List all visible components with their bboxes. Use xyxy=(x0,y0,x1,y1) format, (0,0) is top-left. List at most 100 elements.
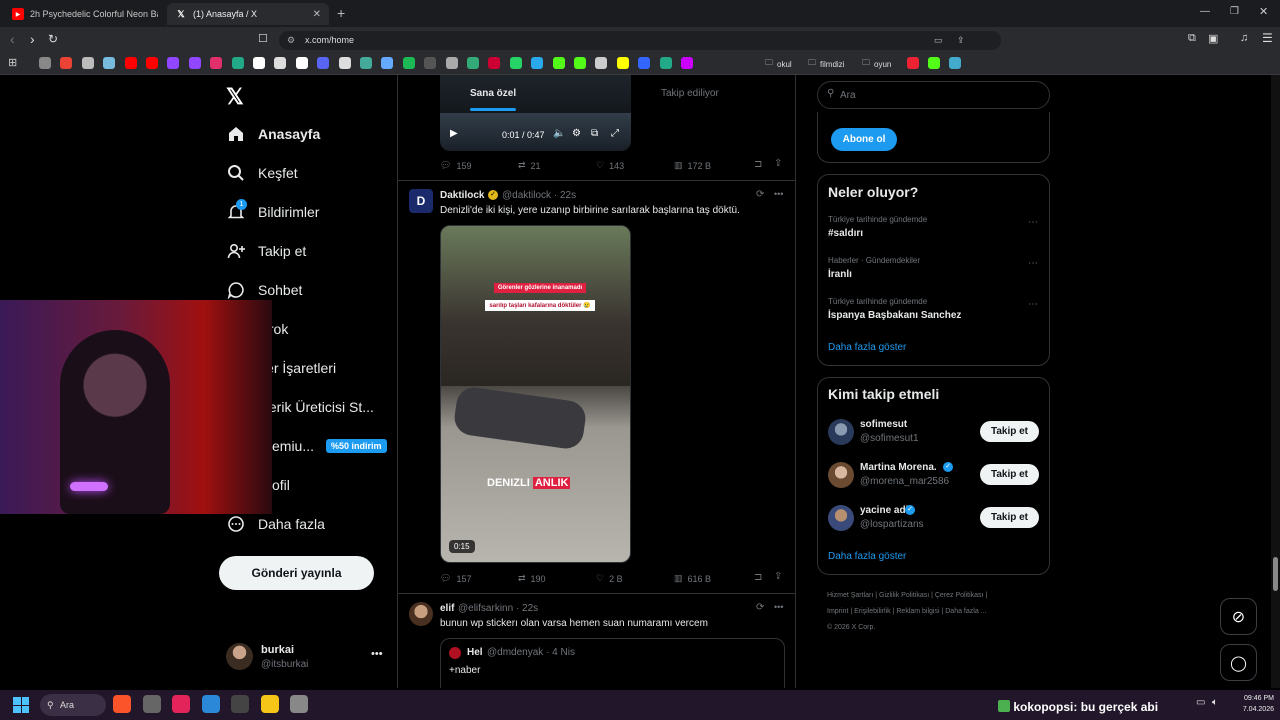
post-button[interactable]: Gönderi yayınla xyxy=(219,556,374,590)
bookmark-favicon-icon[interactable] xyxy=(638,57,651,69)
more-dots-icon[interactable]: ⋯ xyxy=(1028,217,1038,228)
bookmark-favicon-icon[interactable] xyxy=(595,57,608,69)
bookmark-favicon-icon[interactable] xyxy=(167,57,180,69)
show-more-link[interactable]: Daha fazla göster xyxy=(828,551,906,562)
bookmark-favicon-icon[interactable] xyxy=(231,57,244,69)
bookmark-favicon-icon[interactable] xyxy=(103,57,116,69)
bookmark-folder-oyun[interactable]: 🗀 oyun xyxy=(862,57,891,71)
tab-for-you[interactable]: Sana özel xyxy=(470,88,516,111)
sidebar-item-notifications[interactable]: 1 Bildirimler xyxy=(226,199,319,222)
bookmark-favicon-icon[interactable] xyxy=(928,57,940,69)
fullscreen-icon[interactable]: ⤢ xyxy=(611,128,619,139)
taskbar-app-icon[interactable] xyxy=(201,695,220,713)
follow-button[interactable]: Takip et xyxy=(980,464,1039,485)
back-icon[interactable]: ‹ xyxy=(10,31,15,47)
bookmark-favicon-icon[interactable] xyxy=(253,57,265,69)
close-window-icon[interactable]: ✕ xyxy=(1259,5,1268,18)
follow-suggestion[interactable]: Martina Morena. ✓ @morena_mar2586 Takip … xyxy=(828,461,1043,491)
cast-icon[interactable]: ▭ xyxy=(934,31,943,50)
bookmark-favicon-icon[interactable] xyxy=(402,57,415,69)
bookmark-favicon-icon[interactable] xyxy=(509,57,522,69)
follow-suggestion[interactable]: yacine adli ✓ @lospartizans Takip et xyxy=(828,504,1043,534)
bookmark-favicon-icon[interactable] xyxy=(552,57,565,69)
account-switcher[interactable]: burkai @itsburkai ••• xyxy=(226,643,386,673)
x-logo-icon[interactable]: 𝕏 xyxy=(226,84,244,110)
bookmark-favicon-icon[interactable] xyxy=(360,57,372,69)
settings-icon[interactable]: ⚙ xyxy=(572,128,581,139)
show-more-link[interactable]: Daha fazla göster xyxy=(828,342,906,353)
bookmark-favicon-icon[interactable] xyxy=(424,57,437,69)
author-handle[interactable]: @daktilock · 22s xyxy=(502,190,576,201)
bookmark-favicon-icon[interactable] xyxy=(317,57,330,69)
subscribe-button[interactable]: Abone ol xyxy=(831,128,897,151)
bookmark-favicon-icon[interactable] xyxy=(81,57,94,69)
bookmark-favicon-icon[interactable] xyxy=(39,57,51,69)
search-input[interactable]: ⚲ Ara xyxy=(817,81,1050,109)
taskbar-search[interactable]: ⚲ Ara xyxy=(40,694,106,716)
repost-count[interactable]: ⇄ 190 xyxy=(518,573,546,584)
taskbar-app-icon[interactable] xyxy=(172,695,190,713)
author-name[interactable]: elif xyxy=(440,603,454,614)
trend-item[interactable]: Haberler · Gündemdekiler İranlı xyxy=(828,256,1043,280)
tab-youtube[interactable]: ▶ 2h Psychedelic Colorful Neon Backgr xyxy=(4,3,164,25)
bookmark-page-icon[interactable]: ☐ xyxy=(258,32,268,45)
sidebar-item-home[interactable]: Anasayfa xyxy=(226,124,320,144)
bookmark-favicon-icon[interactable] xyxy=(574,57,586,69)
close-tab-icon[interactable]: ✕ xyxy=(313,9,321,20)
share-icon[interactable]: ⇪ xyxy=(957,31,965,50)
views-count[interactable]: ▥ 172 B xyxy=(674,160,711,171)
bookmark-favicon-icon[interactable] xyxy=(616,57,629,69)
minimize-icon[interactable]: — xyxy=(1200,6,1210,17)
tweet-daktilock[interactable]: D Daktilock ✓ @daktilock · 22s ⟳ ••• Den… xyxy=(398,181,795,593)
play-icon[interactable]: ▶ xyxy=(450,128,458,139)
more-dots-icon[interactable]: ⋯ xyxy=(1028,299,1038,310)
volume-icon[interactable]: 🔈 xyxy=(553,128,565,139)
taskbar-app-icon[interactable] xyxy=(113,695,131,713)
bookmark-folder-filmdizi[interactable]: 🗀 filmdizi xyxy=(808,57,844,71)
music-icon[interactable]: ♫ xyxy=(1240,32,1248,44)
scrollbar-thumb[interactable] xyxy=(1273,557,1278,591)
taskbar-app-icon[interactable] xyxy=(231,695,249,713)
more-dots-icon[interactable]: ••• xyxy=(371,648,383,660)
bookmark-favicon-icon[interactable] xyxy=(60,57,73,69)
url-field[interactable]: ⚙ x.com/home ▭ ⇪ xyxy=(279,31,1001,50)
bookmark-favicon-icon[interactable] xyxy=(295,57,308,69)
bookmark-favicon-icon[interactable] xyxy=(188,57,201,69)
bookmark-icon[interactable]: ⊐ xyxy=(754,159,762,170)
taskbar-app-icon[interactable] xyxy=(260,695,279,713)
new-tab-button[interactable]: + xyxy=(337,5,345,21)
more-dots-icon[interactable]: ••• xyxy=(774,189,783,199)
footer-links[interactable]: Hizmet Şartları | Gizlilik Politikası | … xyxy=(827,588,1047,636)
messages-fab-button[interactable]: ◯ xyxy=(1220,644,1257,681)
wallet-icon[interactable]: ▣ xyxy=(1208,32,1218,45)
bookmark-favicon-icon[interactable] xyxy=(467,57,479,69)
pip-icon[interactable]: ⧉ xyxy=(591,128,598,139)
follow-button[interactable]: Takip et xyxy=(980,507,1039,528)
share-icon[interactable]: ⇪ xyxy=(774,571,782,582)
bookmark-favicon-icon[interactable] xyxy=(146,57,158,69)
bookmark-icon[interactable]: ⊐ xyxy=(754,572,762,583)
reply-count[interactable]: 💬︎ 157 xyxy=(440,573,471,584)
reply-count[interactable]: 💬︎ 159 xyxy=(440,160,471,171)
tweet-video[interactable]: Görenler gözlerine inanamadı sarılıp taş… xyxy=(440,225,631,563)
grok-icon[interactable]: ⟳ xyxy=(756,189,764,200)
bookmark-favicon-icon[interactable] xyxy=(907,57,919,69)
bookmark-favicon-icon[interactable] xyxy=(659,57,672,69)
trend-item[interactable]: Türkiye tarihinde gündemde İspanya Başba… xyxy=(828,297,1043,321)
taskbar-app-icon[interactable] xyxy=(142,695,161,713)
bookmark-favicon-icon[interactable] xyxy=(681,57,693,69)
grok-icon[interactable]: ⟳ xyxy=(756,602,764,613)
like-count[interactable]: ♡ 143 xyxy=(596,160,624,171)
sidebar-item-more[interactable]: Daha fazla xyxy=(226,514,325,534)
windows-start-icon[interactable] xyxy=(13,697,29,713)
bookmark-favicon-icon[interactable] xyxy=(338,57,351,69)
share-icon[interactable]: ⇪ xyxy=(774,158,782,169)
views-count[interactable]: ▥ 616 B xyxy=(674,573,711,584)
bookmark-favicon-icon[interactable] xyxy=(381,57,394,69)
sidebar-item-follow[interactable]: Takip et xyxy=(226,241,306,261)
bookmark-favicon-icon[interactable] xyxy=(949,57,961,69)
maximize-icon[interactable]: ❐ xyxy=(1230,6,1239,17)
apps-grid-icon[interactable]: ⊞ xyxy=(8,56,17,69)
forward-icon[interactable]: › xyxy=(30,31,35,47)
bookmark-favicon-icon[interactable] xyxy=(531,57,544,69)
